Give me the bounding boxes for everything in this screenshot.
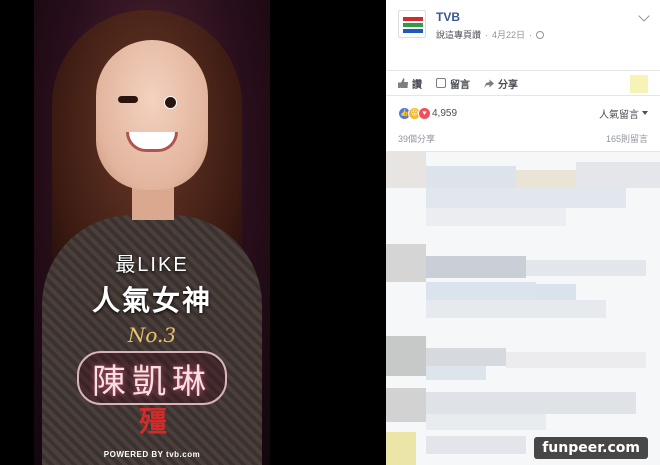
page-avatar[interactable] bbox=[398, 10, 426, 38]
poster-eye-right bbox=[164, 96, 177, 109]
share-button[interactable]: 分享 bbox=[484, 76, 518, 91]
mosaic-tile bbox=[426, 188, 626, 208]
engagement-counts: 39個分享 165則留言 bbox=[386, 132, 660, 152]
post-date[interactable]: 4月22日 bbox=[492, 28, 525, 41]
globe-icon bbox=[536, 30, 545, 39]
mosaic-tile bbox=[426, 392, 636, 414]
meta-separator: · bbox=[529, 29, 533, 40]
caret-down-icon bbox=[642, 111, 648, 115]
mosaic-tile bbox=[386, 152, 426, 188]
tvb-logo-icon bbox=[403, 17, 423, 33]
photo-viewer: 最LIKE 人氣女神 No.3 陳凱琳 殭 POWERED BY tvb.com bbox=[0, 0, 386, 465]
sort-label: 人氣留言 bbox=[599, 109, 639, 121]
poster-seal: 殭 bbox=[138, 405, 167, 438]
poster-caption: 最LIKE 人氣女神 No.3 陳凱琳 bbox=[34, 248, 270, 405]
mosaic-tile bbox=[426, 348, 506, 366]
mosaic-tile bbox=[526, 260, 646, 276]
mosaic-tile bbox=[536, 284, 576, 300]
poster-image[interactable]: 最LIKE 人氣女神 No.3 陳凱琳 殭 POWERED BY tvb.com bbox=[34, 0, 270, 465]
comment-sort-dropdown[interactable]: 人氣留言 bbox=[599, 106, 648, 121]
mosaic-tile bbox=[426, 282, 536, 300]
mosaic-tile bbox=[576, 162, 660, 188]
poster-face bbox=[96, 40, 208, 190]
poster-line2: 人氣女神 bbox=[91, 285, 212, 316]
poster-eye-left bbox=[118, 96, 138, 103]
share-count[interactable]: 39個分享 bbox=[398, 132, 435, 151]
share-icon bbox=[484, 79, 494, 88]
poster-rank: No.3 bbox=[127, 323, 177, 347]
mosaic-tile bbox=[386, 388, 426, 422]
mosaic-tile bbox=[506, 352, 646, 368]
post-meta: 說這專頁讚 · 4月22日 · bbox=[436, 28, 545, 41]
comment-label: 留言 bbox=[450, 79, 470, 91]
mosaic-tile bbox=[426, 256, 526, 278]
page-name-link[interactable]: TVB bbox=[436, 10, 460, 24]
chevron-down-icon[interactable] bbox=[638, 10, 650, 22]
post-panel: TVB 說這專頁讚 · 4月22日 · 讚 留言 分享 👍 😮 ♥ 4,959 … bbox=[386, 0, 660, 465]
comment-icon bbox=[436, 78, 446, 88]
mosaic-tile bbox=[426, 414, 546, 430]
mosaic-tile bbox=[516, 170, 576, 188]
poster-powered-by: POWERED BY tvb.com bbox=[103, 450, 201, 459]
action-bar: 讚 留言 分享 bbox=[386, 70, 660, 96]
meta-separator: · bbox=[485, 29, 489, 40]
mosaic-tile bbox=[426, 300, 606, 318]
comment-count[interactable]: 165則留言 bbox=[606, 132, 648, 151]
like-label: 讚 bbox=[412, 79, 422, 91]
reaction-icons[interactable]: 👍 😮 ♥ bbox=[398, 106, 431, 120]
like-button[interactable]: 讚 bbox=[398, 76, 422, 91]
thumbs-up-icon bbox=[398, 78, 408, 88]
viewer-avatar[interactable] bbox=[630, 75, 648, 93]
reaction-count[interactable]: 4,959 bbox=[432, 108, 457, 119]
post-header: TVB 說這專頁讚 · 4月22日 · bbox=[386, 0, 660, 66]
pixelated-comments bbox=[386, 152, 660, 465]
mosaic-tile bbox=[426, 436, 526, 454]
mosaic-tile bbox=[426, 366, 486, 380]
mosaic-tile bbox=[426, 208, 566, 226]
poster-name: 陳凱琳 bbox=[77, 351, 227, 405]
mosaic-tile bbox=[386, 336, 426, 376]
love-reaction-icon: ♥ bbox=[418, 106, 431, 120]
watermark: funpeer.com bbox=[534, 437, 648, 459]
poster-line1: 最LIKE bbox=[115, 254, 189, 276]
share-label: 分享 bbox=[498, 79, 518, 91]
comment-button[interactable]: 留言 bbox=[436, 76, 470, 91]
posted-by-link[interactable]: 說這專頁讚 bbox=[436, 28, 481, 41]
reactions-bar: 👍 😮 ♥ 4,959 人氣留言 bbox=[398, 104, 648, 122]
mosaic-tile bbox=[386, 244, 426, 282]
mosaic-tile bbox=[386, 432, 416, 465]
mosaic-tile bbox=[426, 166, 516, 188]
